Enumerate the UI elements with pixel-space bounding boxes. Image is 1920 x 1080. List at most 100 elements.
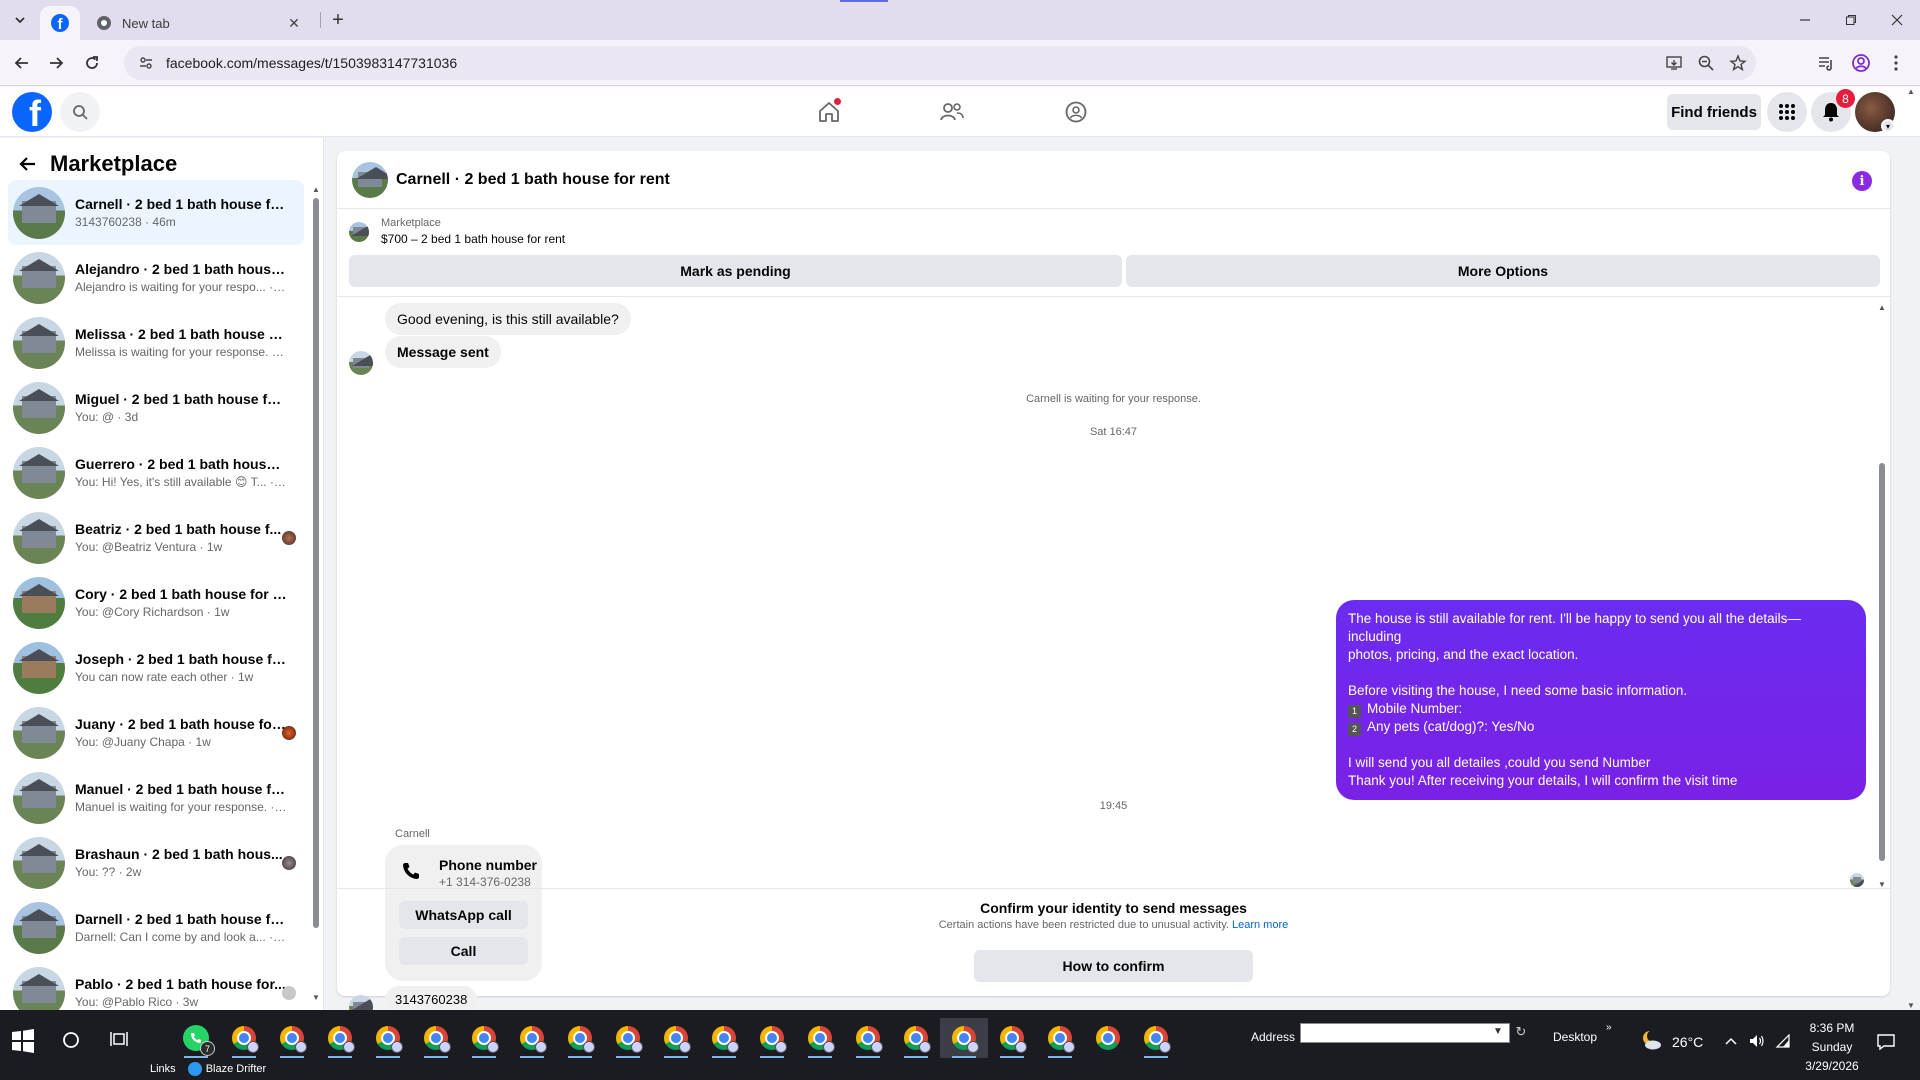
conversation-item[interactable]: Joseph · 2 bed 1 bath house for ... You c…: [8, 635, 304, 700]
zoom-icon[interactable]: [1692, 49, 1720, 77]
chrome-taskbar-app[interactable]: [556, 1018, 604, 1058]
chrome-taskbar-app[interactable]: [220, 1018, 268, 1058]
site-info-icon[interactable]: [136, 53, 156, 73]
media-control-icon[interactable]: [1812, 49, 1840, 77]
url-text[interactable]: facebook.com/messages/t/1503983147731036: [166, 55, 1660, 71]
facebook-search-button[interactable]: [60, 92, 100, 132]
chrome-taskbar-app[interactable]: [316, 1018, 364, 1058]
notifications-button[interactable]: 8: [1811, 89, 1855, 132]
scroll-down-arrow[interactable]: ▼: [1907, 1001, 1915, 1010]
chevron-up-icon[interactable]: [1722, 1032, 1740, 1050]
taskbar-clock[interactable]: 8:36 PM Sunday 3/29/2026: [1790, 1019, 1874, 1076]
conversation-item[interactable]: Darnell · 2 bed 1 bath house for ... Darn…: [8, 895, 304, 960]
sidebar-scrollbar[interactable]: ▲ ▼: [312, 186, 320, 1002]
nav-groups[interactable]: [1046, 92, 1106, 132]
browser-menu-icon[interactable]: [1882, 49, 1910, 77]
chrome-taskbar-app[interactable]: [748, 1018, 796, 1058]
conversation-item[interactable]: Manuel · 2 bed 1 bath house for... Manuel…: [8, 765, 304, 830]
scroll-up-arrow[interactable]: ▲: [1907, 87, 1915, 96]
chat-scrollbar[interactable]: ▲ ▼: [1878, 303, 1886, 889]
scrollbar-thumb[interactable]: [1879, 463, 1885, 861]
action-center-icon[interactable]: [1876, 1032, 1896, 1052]
scrollbar-thumb[interactable]: [313, 198, 319, 928]
chat-title[interactable]: Carnell · 2 bed 1 bath house for rent: [396, 171, 670, 189]
conversation-item[interactable]: Melissa · 2 bed 1 bath house for ... Meli…: [8, 310, 304, 375]
mark-as-pending-button[interactable]: Mark as pending: [349, 255, 1122, 287]
conversation-item[interactable]: Brashaun · 2 bed 1 bath hous... You: ?? ·…: [8, 830, 304, 895]
links-label[interactable]: Links: [150, 1063, 176, 1075]
learn-more-link[interactable]: Learn more: [1232, 919, 1288, 931]
chrome-taskbar-app[interactable]: [700, 1018, 748, 1058]
how-to-confirm-button[interactable]: How to confirm: [974, 950, 1253, 982]
conversation-item[interactable]: Beatriz · 2 bed 1 bath house f... You: @B…: [8, 505, 304, 570]
more-options-button[interactable]: More Options: [1126, 255, 1880, 287]
find-friends-button[interactable]: Find friends: [1667, 94, 1761, 130]
taskbar-address-input[interactable]: [1300, 1023, 1510, 1043]
chrome-taskbar-app[interactable]: [508, 1018, 556, 1058]
blaze-drifter-link[interactable]: Blaze Drifter: [187, 1062, 266, 1076]
call-button[interactable]: Call: [399, 937, 528, 965]
restore-button[interactable]: [1828, 0, 1874, 40]
chevron-down-icon[interactable]: ▼: [1493, 1026, 1503, 1037]
conversation-preview: You: @Beatriz Ventura · 1w: [75, 540, 223, 554]
conversation-item[interactable]: Guerrero · 2 bed 1 bath house fo... You: …: [8, 440, 304, 505]
back-arrow-button[interactable]: [14, 150, 42, 178]
forward-button[interactable]: [42, 49, 70, 77]
chrome-taskbar-app[interactable]: [460, 1018, 508, 1058]
tab-search-button[interactable]: [8, 8, 32, 32]
chrome-taskbar-app[interactable]: [364, 1018, 412, 1058]
new-tab-button[interactable]: +: [326, 8, 350, 32]
chrome-taskbar-app-active[interactable]: [940, 1018, 988, 1058]
windows-start-icon[interactable]: [10, 1028, 36, 1054]
tab-new-tab[interactable]: New tab ✕: [84, 6, 314, 40]
conversation-item[interactable]: Miguel · 2 bed 1 bath house for ... You: …: [8, 375, 304, 440]
scroll-down-arrow[interactable]: ▼: [312, 994, 320, 1002]
taskbar-search-button[interactable]: [58, 1027, 84, 1053]
whatsapp-taskbar-app[interactable]: 7: [172, 1018, 220, 1058]
chrome-taskbar-app[interactable]: [796, 1018, 844, 1058]
nav-home[interactable]: [799, 92, 859, 132]
conversation-item[interactable]: Alejandro · 2 bed 1 bath house f... Aleja…: [8, 245, 304, 310]
chrome-icon: [1096, 1026, 1120, 1050]
chrome-taskbar-app[interactable]: [1084, 1018, 1132, 1058]
minimize-button[interactable]: [1782, 0, 1828, 40]
chrome-taskbar-app[interactable]: [1036, 1018, 1084, 1058]
temperature-text[interactable]: 26°C: [1672, 1034, 1703, 1050]
close-window-button[interactable]: [1874, 0, 1920, 40]
profile-circle-icon[interactable]: [1847, 49, 1875, 77]
chat-listing-thumbnail[interactable]: [352, 161, 388, 198]
menu-button[interactable]: [1767, 92, 1807, 132]
scroll-up-arrow[interactable]: ▲: [312, 186, 320, 194]
page-scrollbar[interactable]: ▲ ▼: [1906, 87, 1916, 1010]
listing-summary[interactable]: Marketplace $700 – 2 bed 1 bath house fo…: [349, 217, 565, 246]
bookmark-star-icon[interactable]: [1724, 49, 1752, 77]
chrome-taskbar-app[interactable]: [988, 1018, 1036, 1058]
toolbar-expand-icon[interactable]: »: [1606, 1022, 1612, 1033]
install-app-icon[interactable]: [1660, 49, 1688, 77]
chrome-taskbar-app[interactable]: [268, 1018, 316, 1058]
speaker-icon[interactable]: [1748, 1032, 1766, 1050]
conversation-item[interactable]: Cory · 2 bed 1 bath house for rent You: @…: [8, 570, 304, 635]
chrome-taskbar-app[interactable]: [844, 1018, 892, 1058]
chrome-taskbar-app[interactable]: [892, 1018, 940, 1058]
task-view-button[interactable]: [106, 1027, 132, 1053]
facebook-logo[interactable]: f: [12, 92, 52, 132]
chrome-taskbar-app[interactable]: [652, 1018, 700, 1058]
conversation-item[interactable]: Juany · 2 bed 1 bath house for... You: @J…: [8, 700, 304, 765]
scroll-up-arrow[interactable]: ▲: [1878, 303, 1886, 312]
address-bar[interactable]: facebook.com/messages/t/1503983147731036: [124, 46, 1756, 80]
info-icon[interactable]: i: [1852, 171, 1872, 191]
chevron-down-icon[interactable]: ▾: [1881, 119, 1895, 133]
chrome-taskbar-app[interactable]: [1132, 1018, 1180, 1058]
back-button[interactable]: [8, 49, 36, 77]
conversation-item[interactable]: Carnell · 2 bed 1 bath house for ... 3143…: [8, 180, 304, 245]
reload-button[interactable]: [78, 49, 106, 77]
refresh-icon[interactable]: ↻: [1512, 1024, 1530, 1042]
tab-facebook[interactable]: f: [40, 6, 80, 40]
nav-friends[interactable]: [922, 92, 982, 132]
chrome-taskbar-app[interactable]: [604, 1018, 652, 1058]
close-tab-icon[interactable]: ✕: [286, 15, 302, 31]
chrome-taskbar-app[interactable]: [412, 1018, 460, 1058]
weather-moon-cloud-icon[interactable]: [1640, 1028, 1664, 1052]
desktop-toolbar-label[interactable]: Desktop: [1553, 1030, 1597, 1044]
